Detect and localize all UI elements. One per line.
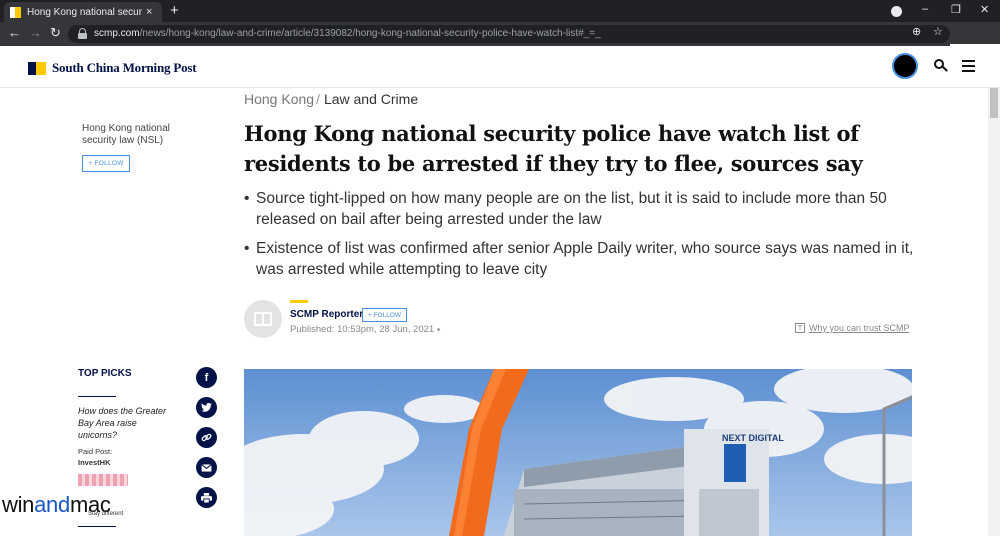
paid-post-sponsor: InvestHK	[78, 458, 111, 467]
watermark-tagline: Stay different	[88, 511, 124, 517]
email-icon[interactable]	[196, 457, 217, 478]
hamburger-menu-icon[interactable]	[962, 60, 975, 72]
top-pick-link[interactable]: How does the Greater Bay Area raise unic…	[78, 405, 173, 441]
site-header: South China Morning Post	[0, 46, 1000, 88]
restore-icon[interactable]: ❐	[951, 3, 961, 16]
breadcrumb-section[interactable]: Law and Crime	[324, 91, 418, 107]
close-window-icon[interactable]: ✕	[980, 3, 989, 16]
author-name[interactable]: SCMP Reporter	[290, 309, 363, 320]
summary-item: Source tight-lipped on how many people a…	[244, 188, 916, 230]
scmp-favicon-icon	[10, 6, 21, 18]
divider	[78, 526, 116, 527]
tab-close-icon[interactable]: ×	[146, 6, 152, 18]
page-scrollbar[interactable]	[988, 88, 1000, 536]
facebook-icon[interactable]: f	[196, 367, 217, 388]
back-icon[interactable]: ←	[8, 25, 21, 40]
install-icon[interactable]: ⊕	[912, 25, 921, 38]
address-bar[interactable]: scmp.com/news/hong-kong/law-and-crime/ar…	[68, 25, 950, 43]
search-icon[interactable]	[934, 59, 948, 73]
topic-label[interactable]: Hong Kong national security law (NSL)	[82, 123, 192, 147]
reload-icon[interactable]: ↻	[50, 25, 61, 41]
top-picks-heading: TOP PICKS	[78, 368, 132, 379]
browser-toolbar: ← → ↻ scmp.com/news/hong-kong/law-and-cr…	[0, 22, 1000, 66]
author-avatar-icon[interactable]	[244, 300, 282, 338]
topic-follow-button[interactable]: + FOLLOW	[82, 155, 130, 172]
top-pick-thumbnail[interactable]	[78, 474, 128, 486]
print-icon[interactable]	[196, 487, 217, 508]
breadcrumb-separator: /	[316, 91, 320, 107]
scmp-logo[interactable]: South China Morning Post	[28, 60, 197, 76]
bookmark-star-icon[interactable]: ☆	[933, 25, 943, 38]
user-avatar[interactable]	[892, 53, 918, 79]
minimize-icon[interactable]: –	[922, 3, 928, 15]
twitter-icon[interactable]	[196, 397, 217, 418]
tab-title: Hong Kong national security poli	[27, 6, 142, 18]
browser-tabbar: Hong Kong national security poli × + – ❐…	[0, 0, 1000, 22]
paid-post-label: Paid Post: InvestHK	[78, 447, 113, 467]
summary-item: Existence of list was confirmed after se…	[244, 238, 916, 280]
scroll-thumb[interactable]	[990, 88, 998, 118]
forward-icon[interactable]: →	[29, 25, 42, 40]
chevron-down-icon: ▾	[436, 327, 441, 334]
link-icon[interactable]	[196, 427, 217, 448]
published-date[interactable]: Published: 10:53pm, 28 Jun, 2021 ▾	[290, 324, 440, 335]
breadcrumb-region[interactable]: Hong Kong	[244, 91, 314, 107]
profile-icon[interactable]	[891, 6, 902, 17]
new-tab-button[interactable]: +	[170, 2, 179, 20]
browser-tab[interactable]: Hong Kong national security poli ×	[4, 2, 162, 22]
breadcrumb: Hong Kong / Law and Crime	[244, 91, 418, 107]
logo-mark-icon	[28, 61, 46, 75]
author-follow-button[interactable]: + FOLLOW	[362, 308, 407, 322]
trust-link[interactable]: T Why you can trust SCMP	[795, 323, 910, 333]
summary-list: Source tight-lipped on how many people a…	[244, 188, 916, 288]
trust-icon: T	[795, 323, 805, 333]
logo-text: South China Morning Post	[52, 60, 197, 75]
lock-icon[interactable]	[78, 28, 87, 39]
url-text: scmp.com/news/hong-kong/law-and-crime/ar…	[94, 28, 601, 39]
divider	[78, 396, 116, 397]
article-headline: Hong Kong national security police have …	[244, 121, 863, 176]
author-accent-bar	[290, 300, 308, 303]
hero-sign-text: NEXT DIGITAL	[722, 433, 784, 443]
hero-image: NEXT DIGITAL	[244, 369, 912, 536]
